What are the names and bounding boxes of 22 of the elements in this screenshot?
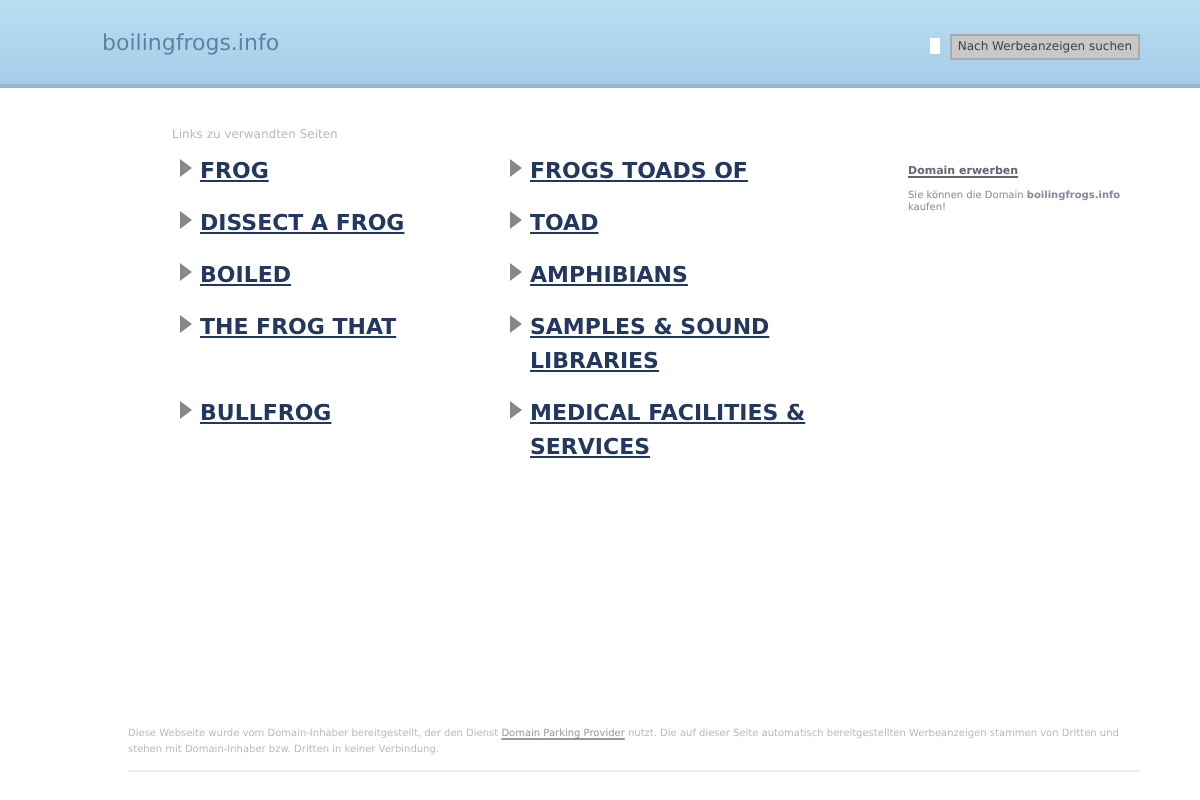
- related-link[interactable]: THE FROG THAT: [200, 310, 397, 344]
- related-link[interactable]: BOILED: [200, 258, 291, 292]
- triangle-icon: [180, 314, 192, 334]
- related-link[interactable]: MEDICAL FACILITIES & SERVICES: [530, 396, 832, 464]
- triangle-icon: [510, 210, 522, 230]
- related-link[interactable]: DISSECT A FROG: [200, 206, 405, 240]
- triangle-icon: [180, 158, 192, 178]
- related-link[interactable]: FROG: [200, 154, 269, 188]
- related-link[interactable]: AMPHIBIANS: [530, 258, 688, 292]
- triangle-icon: [510, 262, 522, 282]
- search-field[interactable]: [929, 38, 940, 54]
- triangle-icon: [180, 400, 192, 420]
- triangle-icon: [180, 210, 192, 230]
- triangle-icon: [510, 314, 522, 334]
- triangle-icon: [180, 262, 192, 282]
- triangle-icon: [510, 400, 522, 420]
- related-link[interactable]: SAMPLES & SOUND LIBRARIES: [530, 310, 832, 378]
- related-link[interactable]: BULLFROG: [200, 396, 332, 430]
- site-title: boilingfrogs.info: [102, 29, 280, 55]
- related-link[interactable]: TOAD: [530, 206, 599, 240]
- triangle-icon: [510, 158, 522, 178]
- related-link[interactable]: FROGS TOADS OF: [530, 154, 748, 188]
